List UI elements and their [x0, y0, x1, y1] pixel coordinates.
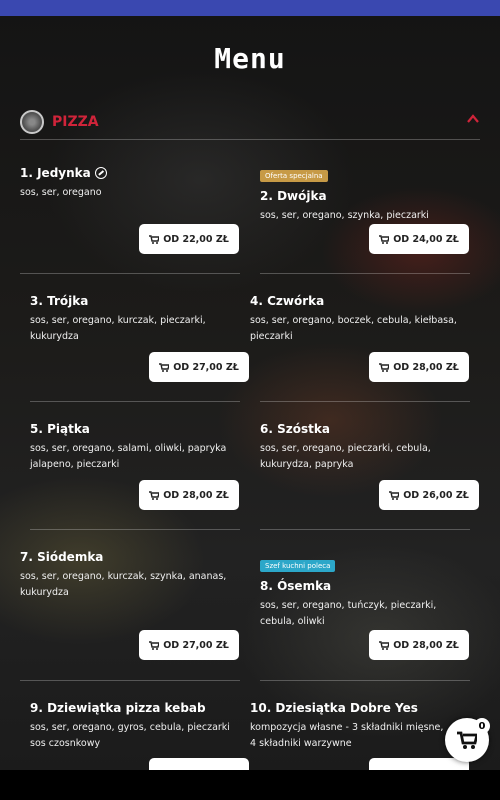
navigation-bar — [0, 770, 500, 800]
menu-item: 6. Szóstka sos, ser, oregano, pieczarki,… — [260, 421, 475, 473]
item-name: 9. Dziewiątka pizza kebab — [30, 701, 206, 715]
pizza-icon — [20, 109, 44, 134]
divider — [260, 529, 470, 530]
item-name: 10. Dziesiątka Dobre Yes — [250, 701, 418, 715]
chevron-up-icon[interactable] — [466, 112, 480, 126]
menu-item: 5. Piątka sos, ser, oregano, salami, oli… — [30, 421, 245, 473]
add-to-cart-button[interactable]: OD 28,00 ZŁ — [139, 480, 239, 510]
item-name: 1. Jedynka — [20, 166, 91, 180]
add-to-cart-button[interactable]: OD 28,00 ZŁ — [369, 352, 469, 382]
item-name: 8. Ósemka — [260, 579, 332, 593]
menu-item: 1. Jedynka sos, ser, oregano — [20, 165, 240, 201]
divider — [30, 529, 240, 530]
menu-item: 9. Dziewiątka pizza kebab sos, ser, oreg… — [30, 700, 245, 752]
divider — [20, 680, 240, 681]
cart-icon — [389, 490, 400, 500]
menu-item: Oferta specjalna 2. Dwójka sos, ser, ore… — [260, 163, 470, 224]
item-name: 2. Dwójka — [260, 189, 327, 203]
special-offer-badge: Oferta specjalna — [260, 170, 328, 182]
add-to-cart-button[interactable] — [369, 758, 469, 770]
divider — [20, 273, 240, 274]
cart-icon — [149, 490, 160, 500]
divider — [260, 680, 470, 681]
status-bar — [0, 0, 500, 16]
item-name: 5. Piątka — [30, 422, 90, 436]
add-to-cart-button[interactable]: OD 22,00 ZŁ — [139, 224, 239, 254]
item-description: sos, ser, oregano — [20, 187, 102, 198]
menu-item: 3. Trójka sos, ser, oregano, kurczak, pi… — [30, 293, 245, 345]
item-description: sos, ser, oregano, boczek, cebula, kiełb… — [250, 315, 457, 342]
item-description: sos, ser, oregano, gyros, cebula, piecza… — [30, 722, 230, 749]
item-description: sos, ser, oregano, kurczak, pieczarki, k… — [30, 315, 206, 342]
cart-icon — [149, 234, 160, 244]
cart-icon — [159, 362, 170, 372]
divider — [260, 273, 470, 274]
cart-icon — [379, 640, 390, 650]
item-description: sos, ser, oregano, salami, oliwki, papry… — [30, 443, 227, 470]
cart-count-badge: 0 — [474, 718, 490, 734]
page-title: Menu — [214, 42, 286, 75]
category-name: PIZZA — [52, 113, 99, 130]
menu-item: Szef kuchni poleca 8. Ósemka sos, ser, o… — [260, 553, 470, 630]
item-name: 7. Siódemka — [20, 550, 104, 564]
add-to-cart-button[interactable]: OD 28,00 ZŁ — [369, 630, 469, 660]
item-description: sos, ser, oregano, szynka, pieczarki — [260, 210, 429, 221]
item-description: sos, ser, oregano, tuńczyk, pieczarki, c… — [260, 600, 437, 627]
add-to-cart-button[interactable] — [149, 758, 249, 770]
item-description: sos, ser, oregano, pieczarki, cebula, ku… — [260, 443, 431, 470]
cart-icon — [457, 731, 477, 749]
chef-recommends-badge: Szef kuchni poleca — [260, 560, 336, 572]
item-name: 4. Czwórka — [250, 294, 325, 308]
item-name: 3. Trójka — [30, 294, 89, 308]
cart-icon — [379, 234, 390, 244]
cart-icon — [379, 362, 390, 372]
leaf-icon — [94, 167, 107, 179]
item-description: sos, ser, oregano, kurczak, szynka, anan… — [20, 571, 227, 598]
cart-icon — [149, 640, 160, 650]
menu-item: 10. Dziesiątka Dobre Yes kompozycja włas… — [250, 700, 450, 752]
add-to-cart-button[interactable]: OD 24,00 ZŁ — [369, 224, 469, 254]
item-description: kompozycja własne - 3 składniki mięsne, … — [250, 722, 444, 749]
menu-item: 7. Siódemka sos, ser, oregano, kurczak, … — [20, 549, 240, 601]
category-header-pizza[interactable]: PIZZA — [20, 104, 480, 140]
item-name: 6. Szóstka — [260, 422, 330, 436]
divider — [260, 401, 470, 402]
add-to-cart-button[interactable]: OD 27,00 ZŁ — [139, 630, 239, 660]
add-to-cart-button[interactable]: OD 26,00 ZŁ — [379, 480, 479, 510]
add-to-cart-button[interactable]: OD 27,00 ZŁ — [149, 352, 249, 382]
menu-item: 4. Czwórka sos, ser, oregano, boczek, ce… — [250, 293, 465, 345]
divider — [30, 401, 240, 402]
